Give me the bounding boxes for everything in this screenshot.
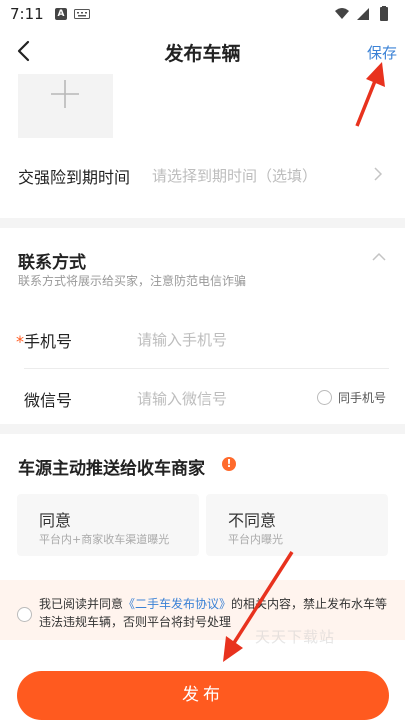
page-title: 发布车辆 [164, 43, 241, 65]
phone-label: *手机号 [16, 332, 73, 351]
keyboard-icon [74, 9, 90, 19]
section-divider [0, 218, 405, 228]
insurance-expiry-label: 交强险到期时间 [18, 168, 131, 187]
wechat-label: 微信号 [24, 391, 73, 410]
info-icon[interactable]: ! [222, 457, 236, 471]
plus-icon [51, 80, 79, 108]
save-button[interactable]: 保存 [367, 42, 397, 63]
battery-icon [380, 7, 388, 21]
publish-button[interactable]: 发布 [17, 671, 389, 720]
section-divider [0, 424, 405, 434]
agreement-text: 我已阅读并同意《二手车发布协议》的相关内容，禁止发布水车等违法违规车辆，否则平台… [39, 597, 388, 629]
watermark: 天天下载站 [255, 628, 336, 646]
divider-line [24, 368, 389, 369]
status-time: 7:11 [10, 5, 44, 23]
option-title: 同意 [39, 511, 72, 530]
status-icons [335, 6, 388, 21]
insurance-expiry-placeholder: 请选择到期时间（选填） [152, 167, 318, 185]
same-as-phone-label[interactable]: 同手机号 [338, 389, 386, 406]
nav-bar: 发布车辆 保存 [0, 28, 405, 74]
chevron-right-icon [374, 167, 383, 181]
disagree-push-option[interactable]: 不同意 平台内曝光 [206, 494, 388, 556]
status-bar: 7:11 A [0, 0, 405, 28]
contact-section-subtitle: 联系方式将展示给买家，注意防范电信诈骗 [18, 274, 247, 288]
agree-push-option[interactable]: 同意 平台内+商家收车渠道曝光 [17, 494, 199, 556]
agreement-link[interactable]: 《二手车发布协议》 [123, 597, 231, 611]
wifi-icon [335, 8, 349, 19]
signal-icon [357, 8, 369, 20]
agreement-box: 我已阅读并同意《二手车发布协议》的相关内容，禁止发布水车等违法违规车辆，否则平台… [0, 580, 405, 640]
wechat-row: 微信号 请输入微信号 同手机号 [0, 376, 405, 416]
insurance-expiry-row[interactable]: 交强险到期时间 请选择到期时间（选填） [0, 150, 405, 198]
same-as-phone-radio[interactable] [317, 390, 332, 405]
option-title: 不同意 [228, 511, 277, 530]
required-mark: * [16, 332, 24, 351]
option-description: 平台内曝光 [228, 533, 283, 546]
phone-row: *手机号 请输入手机号 [0, 320, 405, 360]
phone-input[interactable]: 请输入手机号 [137, 329, 227, 350]
chevron-up-icon[interactable] [372, 252, 386, 262]
option-description: 平台内+商家收车渠道曝光 [39, 533, 170, 546]
agreement-checkbox[interactable] [17, 607, 32, 622]
push-section-title: 车源主动推送给收车商家 [18, 459, 205, 479]
notification-a-icon: A [55, 8, 67, 20]
add-photo-button[interactable] [18, 74, 113, 138]
wechat-input[interactable]: 请输入微信号 [137, 388, 227, 409]
contact-section-title: 联系方式 [18, 253, 86, 273]
